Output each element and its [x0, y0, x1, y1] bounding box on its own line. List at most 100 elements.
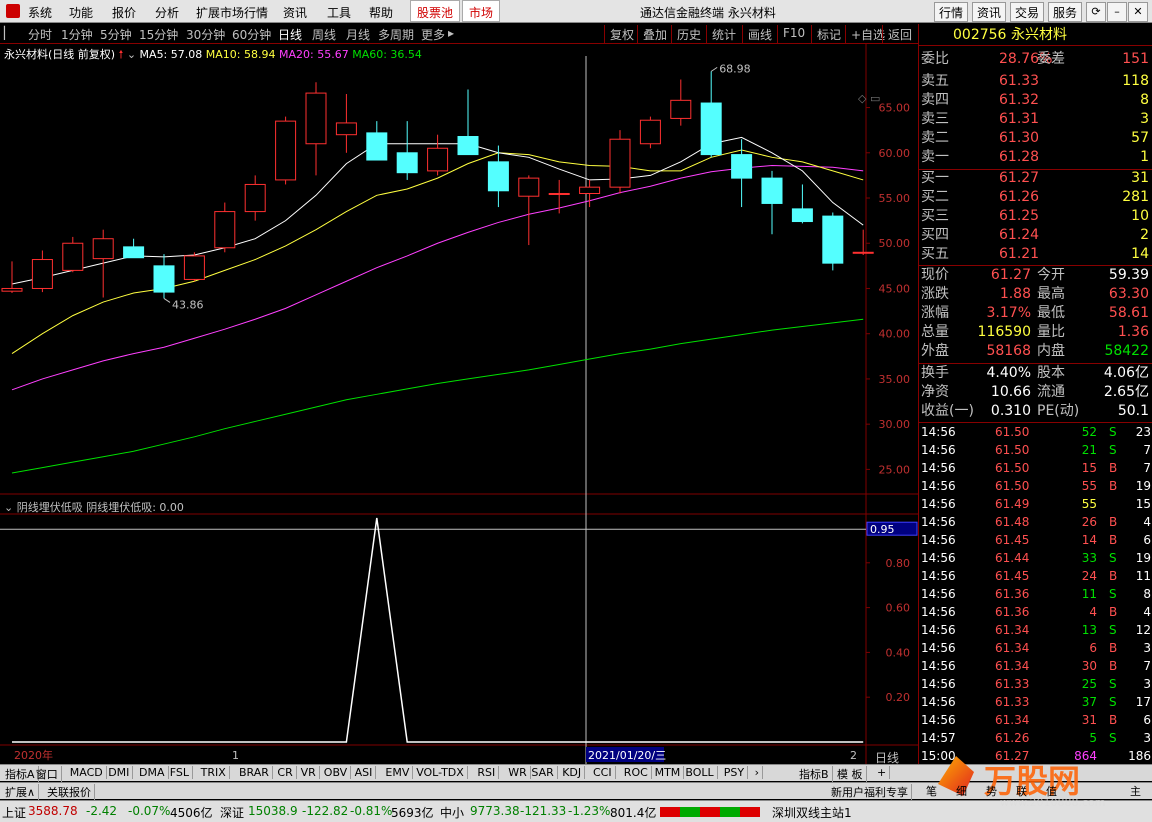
detail-tab[interactable]: 势 — [986, 783, 997, 799]
period-fenshi[interactable]: 分时 — [28, 26, 52, 43]
chevron-down-icon[interactable]: ⌄ — [127, 48, 136, 61]
tabs-next-icon[interactable]: › — [752, 766, 763, 779]
tick-direction: B — [1109, 461, 1118, 475]
tick-volume: 33 — [1081, 551, 1097, 565]
mark-button[interactable]: 标记 — [811, 25, 846, 43]
menu-system[interactable]: 系统 — [28, 4, 52, 21]
template-tab[interactable]: 模 板 — [834, 766, 867, 782]
indicator-tab-emv[interactable]: EMV — [382, 766, 414, 779]
tick-price: 61.50 — [995, 425, 1030, 439]
overlay-button[interactable]: 叠加 — [637, 25, 672, 43]
stat-value: 58.61 — [1108, 305, 1149, 321]
draw-button[interactable]: 画线 — [742, 25, 777, 43]
history-button[interactable]: 历史 — [671, 25, 706, 43]
server-status[interactable]: 深圳双线主站1 — [772, 804, 852, 821]
zx-label[interactable]: 中小 — [440, 804, 464, 821]
period-daily[interactable]: 日线 — [278, 26, 302, 43]
indicator-tab-mtm[interactable]: MTM — [652, 766, 685, 779]
menu-function[interactable]: 功能 — [69, 4, 93, 21]
period-more[interactable]: 更多 — [421, 26, 445, 43]
period-60min[interactable]: 60分钟 — [232, 26, 271, 43]
market-button[interactable]: 市场 — [462, 0, 501, 22]
bid-price: 61.26 — [999, 189, 1040, 205]
detail-tab[interactable]: 值 — [1046, 783, 1057, 799]
stat-value: 0.310 — [990, 403, 1031, 419]
candle — [822, 212, 844, 271]
indicator-tab-brar[interactable]: BRAR — [236, 766, 273, 779]
period-weekly[interactable]: 周线 — [312, 26, 336, 43]
stat-value: 58422 — [1104, 343, 1149, 359]
ext-tab[interactable]: 扩展∧ — [2, 784, 40, 800]
new-user-welfare-link[interactable]: 新用户福利专享 — [828, 784, 912, 800]
indicator-tab-rsi[interactable]: RSI — [474, 766, 500, 779]
indicator-tab-boll[interactable]: BOLL — [682, 766, 718, 779]
indicator-tab-macd[interactable]: MACD — [67, 766, 107, 779]
kline-chart[interactable]: 65.00 60.00 55.00 50.00 45.00 40.00 35.00 30.00… — [0, 44, 918, 764]
indicator-tab-cr[interactable]: CR — [274, 766, 297, 779]
indicator-tab-dma[interactable]: DMA — [136, 766, 169, 779]
menu-quote[interactable]: 报价 — [112, 4, 136, 21]
menu-info[interactable]: 资讯 — [283, 4, 307, 21]
candle — [244, 175, 266, 221]
stock-pool-button[interactable]: 股票池 — [410, 0, 461, 22]
stat-value: 50.1 — [1117, 403, 1149, 419]
more-arrow-icon[interactable]: ▸ — [448, 26, 454, 40]
tick-price: 61.33 — [995, 695, 1030, 709]
period-1min[interactable]: 1分钟 — [61, 26, 93, 43]
f10-button[interactable]: F10 — [777, 25, 810, 43]
detail-tab[interactable]: 联 — [1016, 783, 1027, 799]
add-indicator-button[interactable]: + — [874, 766, 891, 779]
indicator-tab-trix[interactable]: TRIX — [198, 766, 230, 779]
minimize-icon[interactable]: – — [1107, 2, 1127, 22]
menu-tools[interactable]: 工具 — [327, 4, 351, 21]
sh-change: -2.42 — [86, 804, 118, 818]
indicator-tab-roc[interactable]: ROC — [621, 766, 652, 779]
info-tab[interactable]: 资讯 — [972, 2, 1007, 22]
tick-price: 61.50 — [995, 479, 1030, 493]
stat-label: 净资 — [921, 384, 949, 400]
indicator-tab-asi[interactable]: ASI — [352, 766, 377, 779]
chevron-down-icon[interactable]: ⌄ — [4, 501, 13, 514]
tick-direction: S — [1109, 623, 1117, 637]
back-button[interactable]: 返回 — [882, 25, 917, 43]
collapse-icon[interactable]: ▏ — [4, 26, 13, 40]
indicator-tab-psy[interactable]: PSY — [721, 766, 749, 779]
period-30min[interactable]: 30分钟 — [186, 26, 225, 43]
indicator-tab-wr[interactable]: WR — [505, 766, 531, 779]
candle — [731, 139, 753, 208]
indicator-tab-kdj[interactable]: KDJ — [559, 766, 586, 779]
service-tab[interactable]: 服务 — [1048, 2, 1083, 22]
indicator-tab-fsl[interactable]: FSL — [167, 766, 194, 779]
trade-tab[interactable]: 交易 — [1010, 2, 1045, 22]
period-15min[interactable]: 15分钟 — [139, 26, 178, 43]
indicator-tab-vol-tdx[interactable]: VOL-TDX — [413, 766, 468, 779]
ask-price: 61.33 — [999, 73, 1040, 89]
detail-tab[interactable]: 笔 — [926, 783, 937, 799]
menu-help[interactable]: 帮助 — [369, 4, 393, 21]
indicator-tab-窗口[interactable]: 窗口 — [33, 766, 62, 782]
stats-button[interactable]: 统计 — [706, 25, 741, 43]
close-icon[interactable]: ✕ — [1128, 2, 1148, 22]
menu-ext-market[interactable]: 扩展市场行情 — [196, 4, 268, 21]
indicator-tab-dmi[interactable]: DMI — [105, 766, 134, 779]
period-5min[interactable]: 5分钟 — [100, 26, 132, 43]
ask-label: 卖二 — [921, 130, 949, 146]
restore-icon[interactable]: ⟳ — [1086, 2, 1106, 22]
sz-label[interactable]: 深证 — [220, 804, 244, 821]
fuquan-button[interactable]: 复权 — [604, 25, 639, 43]
market-breadth-bar — [660, 807, 760, 817]
menu-analysis[interactable]: 分析 — [155, 4, 179, 21]
tick-volume: 26 — [1081, 515, 1097, 529]
detail-tab[interactable]: 主 — [1130, 783, 1141, 799]
sh-label[interactable]: 上证 — [2, 804, 26, 821]
indicator-tab-cci[interactable]: CCI — [590, 766, 616, 779]
period-monthly[interactable]: 月线 — [346, 26, 370, 43]
indicator-tab-obv[interactable]: OBV — [321, 766, 352, 779]
related-quote-tab[interactable]: 关联报价 — [44, 784, 95, 800]
quote-tab[interactable]: 行情 — [934, 2, 969, 22]
indicator-tab-vr[interactable]: VR — [298, 766, 320, 779]
indicator-b-tab[interactable]: 指标B — [796, 766, 833, 782]
indicator-tab-sar[interactable]: SAR — [528, 766, 558, 779]
period-multi[interactable]: 多周期 — [378, 26, 414, 43]
detail-tab[interactable]: 细 — [956, 783, 967, 799]
